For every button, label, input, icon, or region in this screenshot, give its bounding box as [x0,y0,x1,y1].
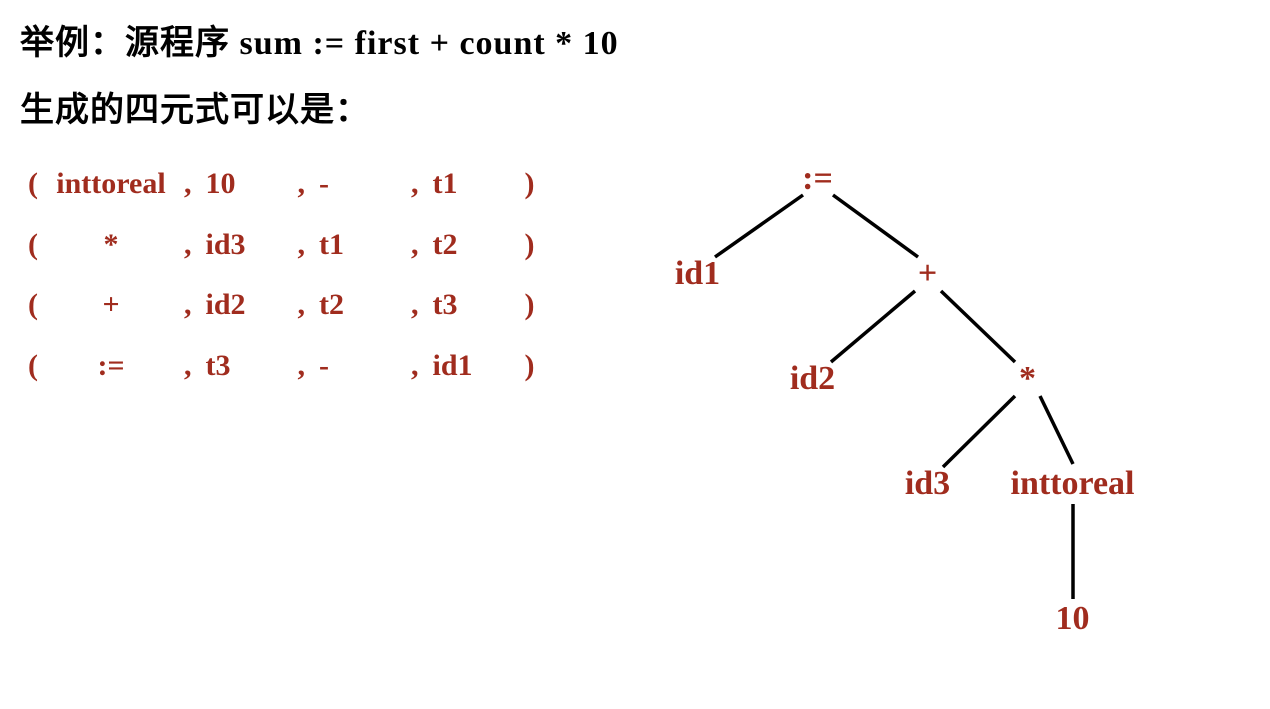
quad-cell-a1: t3 [200,337,290,396]
quad-cell-lp: ( [22,155,44,214]
quad-cell-a3: t1 [427,155,517,214]
heading-quadruples: 生成的四元式可以是： [20,82,1250,131]
quad-cell-op: * [46,216,176,275]
content-row: (inttoreal,10,-,t1)(*,id3,t1,t2)(+,id2,t… [20,149,1250,709]
quad-cell-lp: ( [22,216,44,275]
tree-edge [833,195,918,257]
quad-cell-lp: ( [22,337,44,396]
quad-cell-c1: , [178,276,198,335]
quad-cell-c1: , [178,155,198,214]
tree-node-id1: id1 [675,255,720,293]
quad-cell-c2: , [292,337,312,396]
syntax-tree: := id1 + id2 * id3 inttoreal 10 [583,149,1203,709]
quadruple-row: (:=,t3,-,id1) [22,337,541,396]
tree-node-assign: := [802,160,833,198]
heading-example: 举例：源程序 sum := first + count * 10 [20,15,1250,64]
quad-cell-a1: 10 [200,155,290,214]
quad-cell-rp: ) [519,337,541,396]
quad-cell-c1: , [178,337,198,396]
quad-cell-c3: , [405,155,425,214]
tree-node-ten: 10 [1056,600,1090,638]
quad-cell-c2: , [292,216,312,275]
quad-cell-lp: ( [22,276,44,335]
tree-edge [941,291,1015,362]
tree-node-id2: id2 [790,360,835,398]
quad-cell-c2: , [292,155,312,214]
tree-node-id3: id3 [905,465,950,503]
quad-cell-c1: , [178,216,198,275]
quad-cell-a3: id1 [427,337,517,396]
tree-node-star: * [1019,360,1036,398]
quad-cell-a3: t2 [427,216,517,275]
quad-cell-c3: , [405,337,425,396]
quad-cell-c3: , [405,216,425,275]
tree-edge [715,195,803,257]
quad-cell-rp: ) [519,276,541,335]
quad-cell-a2: t1 [313,216,403,275]
quad-cell-a2: t2 [313,276,403,335]
quadruple-table: (inttoreal,10,-,t1)(*,id3,t1,t2)(+,id2,t… [20,153,543,397]
quad-cell-rp: ) [519,216,541,275]
tree-node-inttoreal: inttoreal [1010,465,1134,503]
tree-edge [1040,396,1073,464]
tree-edge [831,291,915,362]
quad-cell-rp: ) [519,155,541,214]
quad-cell-a1: id3 [200,216,290,275]
quad-cell-a1: id2 [200,276,290,335]
quad-cell-op: + [46,276,176,335]
tree-node-plus: + [918,255,937,293]
quad-cell-op: := [46,337,176,396]
quadruple-row: (inttoreal,10,-,t1) [22,155,541,214]
quad-cell-a2: - [313,337,403,396]
quadruple-row: (*,id3,t1,t2) [22,216,541,275]
quad-cell-c2: , [292,276,312,335]
quadruple-row: (+,id2,t2,t3) [22,276,541,335]
tree-edge [943,396,1015,467]
quad-cell-a3: t3 [427,276,517,335]
tree-edges [583,149,1203,709]
quad-cell-a2: - [313,155,403,214]
quad-cell-c3: , [405,276,425,335]
quad-cell-op: inttoreal [46,155,176,214]
